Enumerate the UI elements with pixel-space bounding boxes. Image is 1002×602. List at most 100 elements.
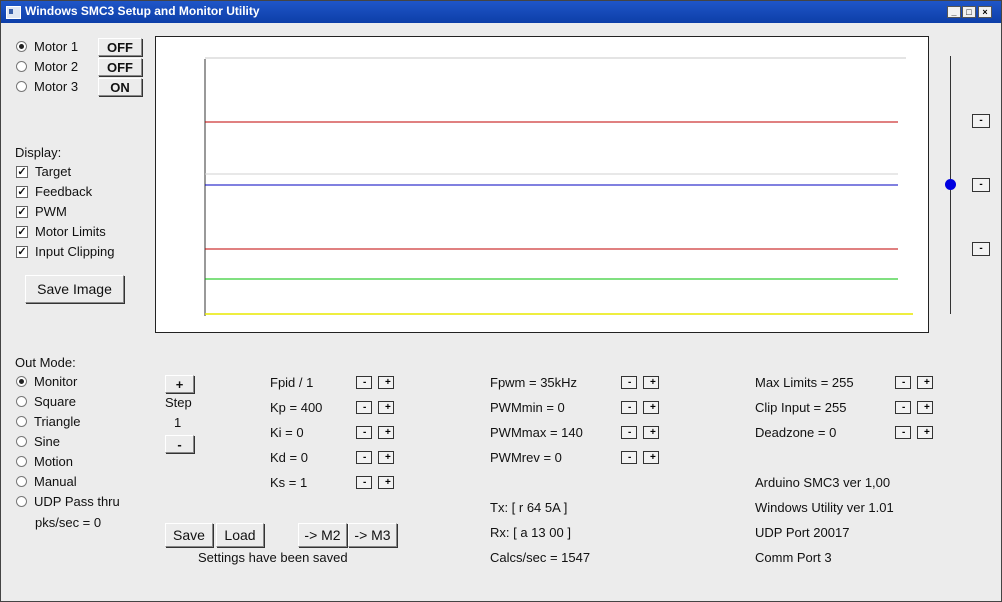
monitor-plot <box>155 36 929 333</box>
fpid-label: Fpid / 1 <box>270 375 314 390</box>
plot-svg <box>204 57 913 316</box>
tx-status: Tx: [ r 64 5A ] <box>490 500 568 515</box>
pwmmin-label: PWMmin = 0 <box>490 400 565 415</box>
motor-3-radio[interactable] <box>16 81 27 92</box>
window-title: Windows SMC3 Setup and Monitor Utility <box>25 4 260 18</box>
udp-port: UDP Port 20017 <box>755 525 850 540</box>
save-button[interactable]: Save <box>165 523 213 547</box>
slider-minus-button-2[interactable]: - <box>972 178 990 192</box>
mode-monitor-radio[interactable] <box>16 376 27 387</box>
mode-sine-radio[interactable] <box>16 436 27 447</box>
display-heading: Display: <box>15 145 62 160</box>
max-limits-label: Max Limits = 255 <box>755 375 854 390</box>
out-mode-heading: Out Mode: <box>15 355 76 370</box>
comm-port: Comm Port 3 <box>755 550 832 565</box>
step-value: 1 <box>174 415 182 430</box>
pwm-checkbox[interactable]: ✓ <box>16 206 28 218</box>
pwmmin-plus-button[interactable]: + <box>643 401 659 414</box>
fpwm-minus-button[interactable]: - <box>621 376 637 389</box>
maximize-icon[interactable]: □ <box>962 6 976 18</box>
deadzone-minus-button[interactable]: - <box>895 426 911 439</box>
mode-manual-radio[interactable] <box>16 476 27 487</box>
kp-minus-button[interactable]: - <box>356 401 372 414</box>
step-minus-button[interactable]: - <box>165 435 194 453</box>
mode-udp-label: UDP Pass thru <box>34 494 120 509</box>
slider-minus-button-1[interactable]: - <box>972 114 990 128</box>
fpwm-plus-button[interactable]: + <box>643 376 659 389</box>
feedback-checkbox[interactable]: ✓ <box>16 186 28 198</box>
step-label: Step <box>165 395 192 410</box>
motor-1-toggle-button[interactable]: OFF <box>98 38 142 56</box>
max-limits-plus-button[interactable]: + <box>917 376 933 389</box>
feedback-label: Feedback <box>35 184 93 199</box>
step-plus-button[interactable]: + <box>165 375 194 393</box>
ks-minus-button[interactable]: - <box>356 476 372 489</box>
ki-label: Ki = 0 <box>270 425 304 440</box>
fpid-plus-button[interactable]: + <box>378 376 394 389</box>
ks-label: Ks = 1 <box>270 475 308 490</box>
copy-to-m2-button[interactable]: -> M2 <box>298 523 347 547</box>
kd-label: Kd = 0 <box>270 450 308 465</box>
motor-1-radio[interactable] <box>16 41 27 52</box>
deadzone-plus-button[interactable]: + <box>917 426 933 439</box>
clip-input-plus-button[interactable]: + <box>917 401 933 414</box>
position-slider-thumb[interactable] <box>945 179 956 190</box>
motor-3-label: Motor 3 <box>34 79 79 94</box>
mode-motion-radio[interactable] <box>16 456 27 467</box>
motor-limits-checkbox[interactable]: ✓ <box>16 226 28 238</box>
target-label: Target <box>35 164 72 179</box>
close-icon[interactable]: × <box>978 6 992 18</box>
pwmrev-label: PWMrev = 0 <box>490 450 562 465</box>
motor-limits-label: Motor Limits <box>35 224 106 239</box>
mode-udp-radio[interactable] <box>16 496 27 507</box>
slider-minus-button-3[interactable]: - <box>972 242 990 256</box>
pwmrev-minus-button[interactable]: - <box>621 451 637 464</box>
pwm-label: PWM <box>35 204 67 219</box>
mode-square-radio[interactable] <box>16 396 27 407</box>
minimize-icon[interactable]: _ <box>947 6 961 18</box>
pwmmax-label: PWMmax = 140 <box>490 425 583 440</box>
kd-plus-button[interactable]: + <box>378 451 394 464</box>
copy-to-m3-button[interactable]: -> M3 <box>348 523 397 547</box>
motor-2-radio[interactable] <box>16 61 27 72</box>
mode-square-label: Square <box>34 394 76 409</box>
utility-version: Windows Utility ver 1.01 <box>755 500 894 515</box>
deadzone-label: Deadzone = 0 <box>755 425 837 440</box>
load-button[interactable]: Load <box>216 523 264 547</box>
input-clipping-label: Input Clipping <box>35 244 115 259</box>
pwmmin-minus-button[interactable]: - <box>621 401 637 414</box>
kd-minus-button[interactable]: - <box>356 451 372 464</box>
app-icon <box>6 6 21 19</box>
save-image-button[interactable]: Save Image <box>25 275 124 303</box>
kp-plus-button[interactable]: + <box>378 401 394 414</box>
target-checkbox[interactable]: ✓ <box>16 166 28 178</box>
kp-label: Kp = 400 <box>270 400 323 415</box>
save-status-message: Settings have been saved <box>198 550 348 565</box>
ks-plus-button[interactable]: + <box>378 476 394 489</box>
ki-minus-button[interactable]: - <box>356 426 372 439</box>
fpwm-label: Fpwm = 35kHz <box>490 375 578 390</box>
motor-1-label: Motor 1 <box>34 39 79 54</box>
clip-input-label: Clip Input = 255 <box>755 400 847 415</box>
mode-monitor-label: Monitor <box>34 374 78 389</box>
rx-status: Rx: [ a 13 00 ] <box>490 525 571 540</box>
mode-triangle-radio[interactable] <box>16 416 27 427</box>
mode-motion-label: Motion <box>34 454 74 469</box>
calcs-per-sec: Calcs/sec = 1547 <box>490 550 591 565</box>
ki-plus-button[interactable]: + <box>378 426 394 439</box>
pwmmax-minus-button[interactable]: - <box>621 426 637 439</box>
input-clipping-checkbox[interactable]: ✓ <box>16 246 28 258</box>
mode-sine-label: Sine <box>34 434 61 449</box>
arduino-version: Arduino SMC3 ver 1,00 <box>755 475 891 490</box>
clip-input-minus-button[interactable]: - <box>895 401 911 414</box>
motor-2-toggle-button[interactable]: OFF <box>98 58 142 76</box>
main-window: Windows SMC3 Setup and Monitor Utility _… <box>0 0 1002 602</box>
fpid-minus-button[interactable]: - <box>356 376 372 389</box>
mode-triangle-label: Triangle <box>34 414 81 429</box>
motor-3-toggle-button[interactable]: ON <box>98 78 142 96</box>
pks-per-sec: pks/sec = 0 <box>35 515 102 530</box>
mode-manual-label: Manual <box>34 474 77 489</box>
pwmmax-plus-button[interactable]: + <box>643 426 659 439</box>
max-limits-minus-button[interactable]: - <box>895 376 911 389</box>
pwmrev-plus-button[interactable]: + <box>643 451 659 464</box>
